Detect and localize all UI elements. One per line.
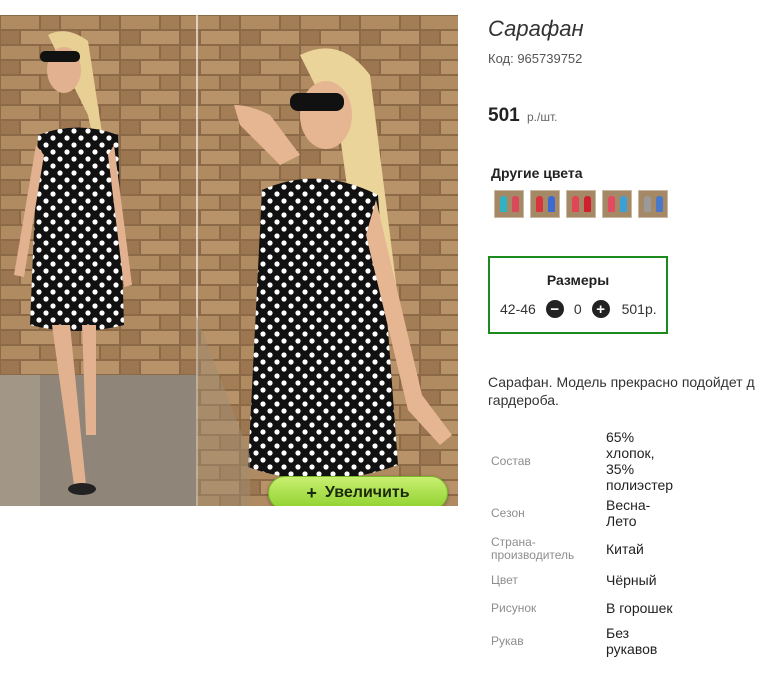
property-value-line: 65%	[606, 429, 635, 445]
property-key: Рисунок	[491, 600, 537, 615]
swatch-dress	[536, 196, 543, 212]
quantity-value: 0	[573, 301, 582, 317]
swatch-dress	[500, 196, 507, 212]
description-line: Сарафан. Модель прекрасно подойдет д	[488, 374, 755, 390]
size-price: 501р.	[621, 301, 657, 317]
properties-table: Состав 65% хлопок, 35% полиэстер Сезон В…	[488, 428, 686, 660]
property-value: Китай	[606, 532, 686, 566]
zoom-button[interactable]: + Увеличить	[268, 476, 448, 506]
plus-button[interactable]: +	[591, 300, 610, 318]
property-key: Цвет	[491, 572, 518, 587]
product-photo-illustration	[0, 15, 458, 506]
property-value-line: рукавов	[606, 641, 658, 657]
price-value: 501	[488, 105, 520, 126]
property-row: Сезон Весна- Лето	[488, 494, 686, 532]
property-value-line: полиэстер	[606, 477, 674, 493]
property-row: Рукав Без рукавов	[488, 622, 686, 660]
property-key: Состав	[491, 453, 531, 468]
plus-icon: +	[306, 482, 317, 503]
property-value: Весна- Лето	[606, 494, 686, 532]
color-swatches	[494, 190, 668, 218]
product-price: 501 р./шт.	[488, 105, 557, 127]
swatch-dress	[572, 196, 579, 212]
swatch-dress	[584, 196, 591, 212]
property-value: В горошек	[606, 594, 686, 622]
property-row: Состав 65% хлопок, 35% полиэстер	[488, 428, 686, 494]
product-description: Сарафан. Модель прекрасно подойдет д гар…	[488, 373, 760, 409]
property-row: Цвет Чёрный	[488, 566, 686, 594]
swatch-dress	[644, 196, 651, 212]
other-colors-heading: Другие цвета	[491, 165, 583, 181]
property-key: Рукав	[491, 633, 524, 648]
product-photo[interactable]: + Увеличить	[0, 15, 458, 506]
property-value-line: 35%	[606, 461, 635, 477]
sizes-title: Размеры	[546, 272, 610, 288]
property-value-line: Без	[606, 625, 630, 641]
product-title: Сарафан	[488, 16, 584, 41]
swatch-dress	[548, 196, 555, 212]
property-key: Страна- производитель	[488, 532, 606, 566]
color-swatch[interactable]	[530, 190, 560, 218]
property-row: Страна- производитель Китай	[488, 532, 686, 566]
minus-button[interactable]: −	[545, 300, 564, 318]
property-row: Рисунок В горошек	[488, 594, 686, 622]
property-value-line: Чёрный	[606, 572, 657, 588]
description-line: гардероба.	[488, 392, 559, 408]
color-swatch[interactable]	[494, 190, 524, 218]
property-value-line: Весна-	[606, 497, 651, 513]
size-row: 42-46 − 0 + 501р.	[500, 300, 657, 318]
swatch-dress	[608, 196, 615, 212]
property-value: 65% хлопок, 35% полиэстер	[606, 428, 686, 494]
property-value-line: Китай	[606, 541, 644, 557]
property-value-line: хлопок,	[606, 445, 655, 461]
property-value: Без рукавов	[606, 622, 686, 660]
color-swatch[interactable]	[566, 190, 596, 218]
property-value-line: Лето	[606, 513, 637, 529]
swatch-dress	[620, 196, 627, 212]
property-value: Чёрный	[606, 566, 686, 594]
color-swatch[interactable]	[602, 190, 632, 218]
size-label: 42-46	[500, 301, 536, 317]
swatch-dress	[656, 196, 663, 212]
product-code: Код: 965739752	[488, 51, 583, 66]
sizes-box: Размеры 42-46 − 0 + 501р.	[488, 256, 668, 334]
property-key: Сезон	[491, 505, 525, 520]
property-key-line: производитель	[491, 548, 575, 562]
property-value-line: В горошек	[606, 600, 673, 616]
price-unit: р./шт.	[526, 110, 558, 124]
swatch-dress	[512, 196, 519, 212]
color-swatch[interactable]	[638, 190, 668, 218]
zoom-button-label: Увеличить	[324, 484, 410, 501]
